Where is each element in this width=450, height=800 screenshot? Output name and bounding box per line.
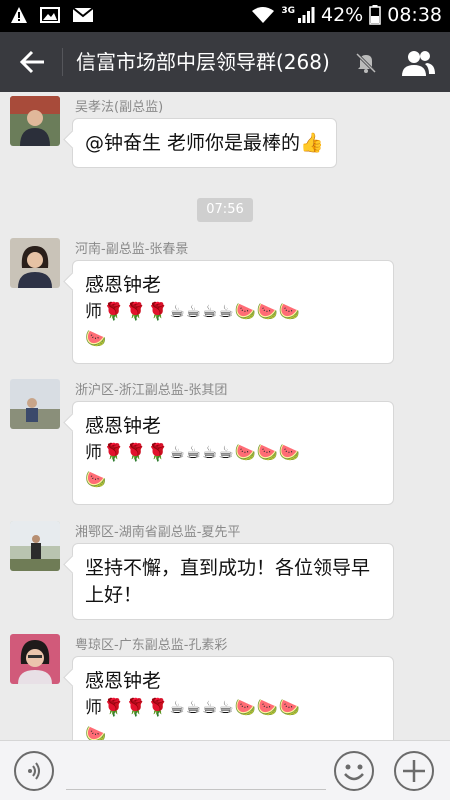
- time-divider: 07:56: [197, 198, 253, 222]
- message-text-line: 师🌹🌹🌹☕☕☕☕🍉🍉🍉: [85, 698, 301, 718]
- message-list[interactable]: 吴孝法(副总监) @钟奋生 老师你是最棒的👍 07:56 河南-副总监-张春景 …: [0, 92, 450, 740]
- message-bubble[interactable]: 坚持不懈，直到成功！各位领导早 上好！: [72, 543, 394, 620]
- message-text-line: 坚持不懈，直到成功！各位领导早: [85, 557, 371, 579]
- message-text-line: 感恩钟老: [85, 415, 162, 437]
- back-arrow-icon[interactable]: [16, 46, 48, 78]
- avatar[interactable]: [10, 238, 60, 288]
- avatar[interactable]: [10, 634, 60, 684]
- mail-icon: [72, 7, 94, 22]
- battery-percent: 42%: [321, 4, 364, 26]
- emoji-icon: [344, 764, 364, 781]
- avatar[interactable]: [10, 96, 60, 146]
- status-bar: 3G 42% 08:38: [0, 0, 450, 32]
- sender-name: 湘鄂区-湖南省副总监-夏先平: [75, 525, 241, 540]
- message-text-line: 师🌹🌹🌹☕☕☕☕🍉🍉🍉: [85, 302, 301, 322]
- sender-name: 河南-副总监-张春景: [75, 242, 189, 257]
- warning-icon: [11, 7, 27, 23]
- group-members-icon[interactable]: [400, 48, 436, 78]
- message-text-line: 🍉: [85, 470, 108, 490]
- chat-title: 信富市场部中层领导群(268): [76, 50, 330, 74]
- message-bubble[interactable]: @钟奋生 老师你是最棒的👍: [72, 118, 337, 168]
- mute-bell-icon: [355, 52, 377, 74]
- plus-icon: [403, 760, 425, 782]
- message-text-line: 上好！: [85, 584, 143, 606]
- network-type: 3G: [281, 6, 295, 16]
- avatar[interactable]: [10, 379, 60, 429]
- clock: 08:38: [387, 4, 442, 26]
- wifi-icon: [252, 7, 275, 23]
- plus-button[interactable]: [394, 751, 434, 791]
- message-text-line: 🍉: [85, 329, 108, 349]
- title-divider: [62, 48, 63, 76]
- message-text-line: 🍉: [85, 725, 108, 740]
- message-bubble[interactable]: 感恩钟老 师🌹🌹🌹☕☕☕☕🍉🍉🍉 🍉: [72, 656, 394, 740]
- message-text-line: 师🌹🌹🌹☕☕☕☕🍉🍉🍉: [85, 443, 301, 463]
- input-bar: [0, 740, 450, 800]
- avatar[interactable]: [10, 521, 60, 571]
- sender-name: 吴孝法(副总监): [75, 100, 164, 115]
- gallery-icon: [40, 7, 60, 23]
- voice-icon: [28, 762, 40, 780]
- message-input[interactable]: [66, 789, 326, 790]
- message-bubble[interactable]: 感恩钟老 师🌹🌹🌹☕☕☕☕🍉🍉🍉 🍉: [72, 260, 394, 364]
- emoji-button[interactable]: [334, 751, 374, 791]
- voice-button[interactable]: [14, 751, 54, 791]
- title-bar: 信富市场部中层领导群(268): [0, 32, 450, 92]
- message-text-line: 感恩钟老: [85, 274, 162, 296]
- signal-icon: [298, 7, 315, 23]
- message-text-line: 感恩钟老: [85, 670, 162, 692]
- battery-icon: [369, 5, 381, 25]
- message-bubble[interactable]: 感恩钟老 师🌹🌹🌹☕☕☕☕🍉🍉🍉 🍉: [72, 401, 394, 505]
- sender-name: 粤琼区-广东副总监-孔素彩: [75, 638, 228, 653]
- message-text: @钟奋生 老师你是最棒的👍: [85, 132, 324, 154]
- sender-name: 浙沪区-浙江副总监-张其团: [75, 383, 228, 398]
